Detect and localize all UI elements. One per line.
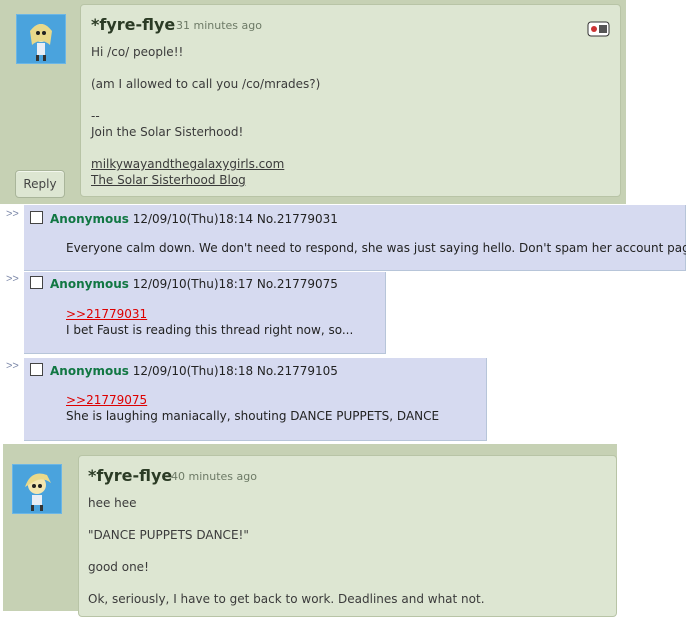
website-link[interactable]: milkywayandthegalaxygirls.com [91, 157, 284, 171]
comment-timestamp[interactable]: 31 minutes ago [176, 19, 262, 32]
user-avatar[interactable] [12, 464, 62, 514]
reply-button[interactable]: Reply [15, 170, 65, 198]
comment-line: hee hee [88, 496, 137, 510]
post-number[interactable]: No.21779105 [257, 364, 338, 378]
post-body: I bet Faust is reading this thread right… [66, 323, 354, 337]
post-header: Anonymous 12/09/10(Thu)18:18 No.21779105 [50, 364, 338, 378]
avatar-character-icon [25, 473, 51, 511]
comment-timestamp[interactable]: 40 minutes ago [171, 470, 257, 483]
comment-line: Join the Solar Sisterhood! [91, 125, 244, 139]
post-body: Everyone calm down. We don't need to res… [66, 241, 686, 255]
comment-line: -- [91, 109, 100, 123]
post-number[interactable]: No.21779031 [257, 212, 338, 226]
comment-line: good one! [88, 560, 149, 574]
comment-line: Ok, seriously, I have to get back to wor… [88, 592, 485, 606]
post-checkbox[interactable] [30, 276, 43, 289]
reply-arrows: >> [6, 360, 19, 372]
avatar-character-icon [30, 24, 52, 61]
comment-line: "DANCE PUPPETS DANCE!" [88, 528, 249, 542]
post-datetime: 12/09/10(Thu)18:17 [132, 277, 254, 291]
reply-arrows: >> [6, 273, 19, 285]
post-header: Anonymous 12/09/10(Thu)18:17 No.21779075 [50, 277, 338, 291]
poster-name: Anonymous [50, 212, 129, 226]
poster-name: Anonymous [50, 277, 129, 291]
comment-username[interactable]: *fyre-flye [91, 15, 175, 34]
post-datetime: 12/09/10(Thu)18:14 [132, 212, 254, 226]
comment-line: (am I allowed to call you /co/mrades?) [91, 77, 321, 91]
comment-username[interactable]: *fyre-flye [88, 466, 172, 485]
mood-emoticon-icon [587, 20, 610, 38]
post-checkbox[interactable] [30, 211, 43, 224]
quote-link[interactable]: >>21779031 [66, 307, 147, 321]
quote-link[interactable]: >>21779075 [66, 393, 147, 407]
post-header: Anonymous 12/09/10(Thu)18:14 No.21779031 [50, 212, 338, 226]
poster-name: Anonymous [50, 364, 129, 378]
blog-link[interactable]: The Solar Sisterhood Blog [91, 173, 246, 187]
post-checkbox[interactable] [30, 363, 43, 376]
post-datetime: 12/09/10(Thu)18:18 [132, 364, 254, 378]
user-avatar[interactable] [16, 14, 66, 64]
post-number[interactable]: No.21779075 [257, 277, 338, 291]
post-body: She is laughing maniacally, shouting DAN… [66, 409, 440, 423]
reply-arrows: >> [6, 208, 19, 220]
comment-line: Hi /co/ people!! [91, 45, 184, 59]
